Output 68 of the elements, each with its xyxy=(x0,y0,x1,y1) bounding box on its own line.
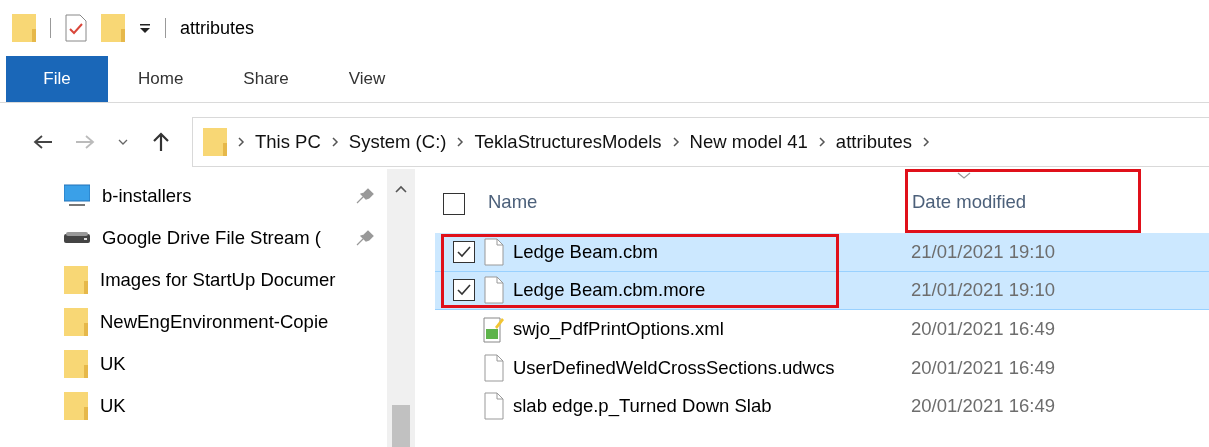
nav-pane-item[interactable]: UK xyxy=(0,385,387,427)
properties-icon[interactable] xyxy=(65,14,87,42)
file-icon xyxy=(483,237,505,266)
forward-arrow-icon xyxy=(75,134,95,150)
row-checkbox[interactable] xyxy=(453,279,475,302)
file-name: UserDefinedWeldCrossSections.udwcs xyxy=(513,355,835,380)
date-modified: 21/01/2021 19:10 xyxy=(911,278,1056,303)
folder-icon xyxy=(64,391,88,421)
file-row[interactable]: Ledge Beam.cbm 21/01/2021 19:10 xyxy=(435,233,1209,272)
breadcrumb-link[interactable]: TeklaStructuresModels xyxy=(474,128,662,156)
nav-pane-item[interactable]: UK xyxy=(0,343,387,385)
chevron-right-icon xyxy=(817,136,826,148)
back-arrow-icon xyxy=(33,134,53,150)
drive-icon xyxy=(64,232,90,244)
date-modified: 20/01/2021 16:49 xyxy=(911,317,1056,342)
breadcrumb-link[interactable]: New model 41 xyxy=(689,128,808,156)
folder-icon xyxy=(203,127,227,157)
scrollbar-thumb[interactable] xyxy=(392,405,410,447)
chevron-right-icon xyxy=(330,136,339,148)
sort-caret-icon xyxy=(957,172,971,179)
file-icon xyxy=(483,353,505,382)
folder-icon xyxy=(64,307,88,337)
file-row[interactable]: slab edge.p_Turned Down Slab 20/01/2021 16:49 xyxy=(435,387,1209,426)
date-modified: 20/01/2021 16:49 xyxy=(911,355,1056,380)
file-name: Ledge Beam.cbm xyxy=(513,239,658,264)
folder-icon xyxy=(12,13,36,43)
checkmark-icon xyxy=(456,244,472,259)
file-row[interactable]: UserDefinedWeldCrossSections.udwcs 20/01/2021 16:49 xyxy=(435,348,1209,387)
chevron-down-icon xyxy=(118,139,128,145)
column-header[interactable]: Name xyxy=(481,169,545,233)
file-name: slab edge.p_Turned Down Slab xyxy=(513,394,772,419)
file-name: Ledge Beam.cbm.more xyxy=(513,278,706,303)
up-arrow-icon xyxy=(152,132,170,152)
address-bar[interactable]: This PC System (C:) TeklaStructuresModels New model 41 attributes xyxy=(192,117,1209,167)
select-all-checkbox[interactable] xyxy=(443,193,465,215)
chevron-right-icon xyxy=(921,136,930,148)
checkmark-icon xyxy=(456,283,472,298)
folder-icon xyxy=(64,265,88,295)
row-checkbox[interactable] xyxy=(453,240,475,263)
folder-icon xyxy=(64,349,88,379)
column-header[interactable]: Date modified xyxy=(905,169,1141,233)
ribbon-tab[interactable]: File xyxy=(6,56,108,102)
scroll-up-icon[interactable] xyxy=(395,185,407,193)
date-modified: 21/01/2021 19:10 xyxy=(911,239,1056,264)
chevron-right-icon xyxy=(671,136,680,148)
file-row[interactable]: swjo_PdfPrintOptions.xml 20/01/2021 16:49 xyxy=(435,310,1209,349)
breadcrumb-link[interactable]: This PC xyxy=(255,128,321,156)
date-modified: 20/01/2021 16:49 xyxy=(911,394,1056,419)
nav-pane-item[interactable]: Images for StartUp Documer xyxy=(0,259,387,301)
ribbon-tab[interactable]: Share xyxy=(213,56,319,102)
scrollbar[interactable] xyxy=(387,169,415,447)
chevron-right-icon xyxy=(456,136,465,148)
nav-pane-item[interactable]: NewEngEnvironment-Copie xyxy=(0,301,387,343)
file-name: swjo_PdfPrintOptions.xml xyxy=(513,317,724,342)
window-title: attributes xyxy=(180,16,255,40)
ribbon-tab[interactable]: Home xyxy=(108,56,214,102)
new-folder-icon xyxy=(101,13,125,43)
chevron-right-icon xyxy=(237,136,245,148)
ribbon-tab[interactable]: View xyxy=(318,56,416,102)
file-icon xyxy=(483,392,505,421)
breadcrumb-link[interactable]: attributes xyxy=(835,128,912,156)
breadcrumb-link[interactable]: System (C:) xyxy=(348,128,447,156)
dropdown-icon[interactable] xyxy=(139,22,151,34)
xml-file-icon xyxy=(483,315,505,344)
monitor-icon xyxy=(64,184,90,208)
file-icon xyxy=(483,276,505,305)
nav-pane-item[interactable]: b-installers xyxy=(0,175,387,217)
nav-pane-item[interactable]: Google Drive File Stream ( xyxy=(0,217,387,259)
